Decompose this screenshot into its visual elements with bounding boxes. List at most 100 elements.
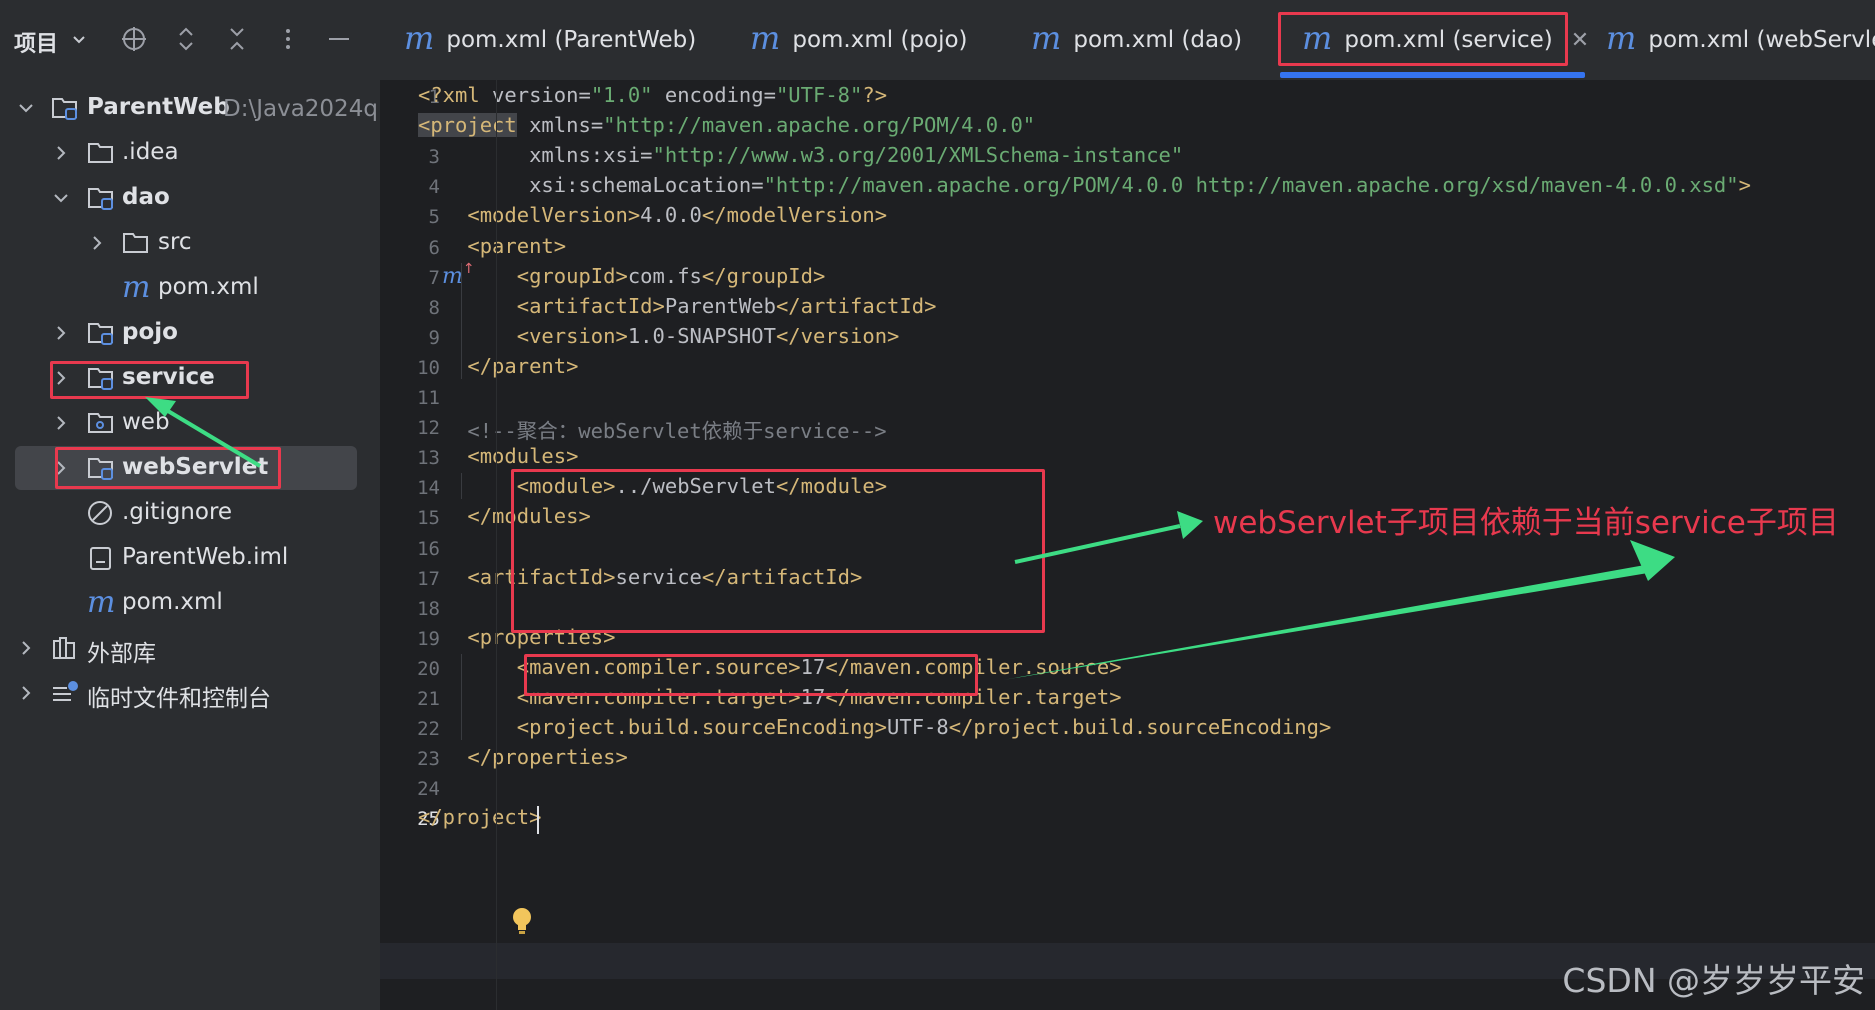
library-icon [51, 635, 79, 661]
annotation-note: webServlet子项目依赖于当前service子项目 [1213, 505, 1839, 541]
code-line: </parent> [467, 353, 579, 378]
highlight-box-artifactid [524, 654, 978, 696]
iml-file-icon [87, 545, 115, 571]
chevron-right-icon[interactable] [16, 638, 36, 658]
lightbulb-icon[interactable] [511, 906, 533, 940]
tab-pom-webservlet[interactable]: m pom.xml (webServlet) [1606, 0, 1875, 80]
code-line: xmlns:xsi="http://www.w3.org/2001/XMLSch… [418, 143, 1184, 168]
chevron-right-icon[interactable] [51, 143, 71, 163]
indent-guide [461, 653, 462, 741]
code-line: </properties> [467, 745, 628, 770]
tree-item-label: 外部库 [87, 641, 156, 667]
tree-item-external-libraries[interactable]: 外部库 [0, 626, 370, 670]
code-line: <project xmlns="http://maven.apache.org/… [418, 113, 1036, 138]
tree-item-src[interactable]: src [0, 221, 370, 265]
scratches-icon [51, 680, 79, 706]
highlight-box-webservlet [55, 447, 281, 489]
maven-file-icon: m [122, 270, 151, 305]
editor-tab-bar: m pom.xml (ParentWeb) m pom.xml (pojo) m… [380, 0, 1875, 81]
module-folder-icon [87, 320, 115, 346]
tree-item-label: dao [122, 184, 170, 210]
code-line: <parent> [467, 233, 567, 258]
maven-file-icon: m [1031, 19, 1062, 57]
code-line: <modules> [467, 444, 579, 469]
tree-item-scratches[interactable]: 临时文件和控制台 [0, 671, 370, 715]
code-line: xsi:schemaLocation="http://maven.apache.… [418, 173, 1751, 198]
project-path: D:\Java2024qiji [223, 96, 398, 122]
watermark: CSDN @岁岁岁平安 [1562, 961, 1865, 1000]
tree-item-idea[interactable]: .idea [0, 131, 370, 175]
tab-label: pom.xml (webServlet) [1648, 27, 1875, 53]
hide-panel-icon[interactable] [324, 22, 354, 56]
code-line: </project> [418, 805, 542, 830]
tab-pom-dao[interactable]: m pom.xml (dao) [1031, 0, 1242, 80]
folder-icon [87, 140, 115, 166]
indent-guide [461, 262, 462, 379]
chevron-down-icon[interactable] [16, 98, 36, 118]
tree-item-iml[interactable]: ParentWeb.iml [0, 536, 370, 580]
tree-item-label: ParentWeb [87, 94, 230, 120]
line-number: 11 [417, 387, 440, 409]
tree-item-gitignore[interactable]: .gitignore [0, 491, 370, 535]
code-line: <groupId>com.fs</groupId> [516, 263, 826, 288]
maven-file-icon: m [1606, 19, 1637, 57]
tree-item-label: web [122, 409, 170, 435]
locate-icon[interactable] [119, 22, 149, 56]
highlight-box-modules [511, 469, 1045, 633]
tree-item-label: .idea [122, 139, 179, 165]
folder-icon [122, 230, 150, 256]
tab-pom-parentweb[interactable]: m pom.xml (ParentWeb) [404, 0, 696, 80]
line-number: 18 [417, 597, 440, 620]
tree-item-pojo[interactable]: pojo [0, 311, 370, 355]
tree-item-label: 临时文件和控制台 [87, 686, 271, 712]
chevron-down-icon[interactable] [64, 22, 94, 56]
chevron-right-icon[interactable] [51, 323, 71, 343]
tree-item-root-pom[interactable]: m pom.xml [0, 581, 370, 625]
chevron-right-icon[interactable] [16, 683, 36, 703]
code-line: <?xml version="1.0" encoding="UTF-8"?> [418, 83, 888, 107]
chevron-down-icon[interactable] [51, 188, 71, 208]
text-caret [537, 806, 539, 835]
tree-item-label: pom.xml [158, 274, 259, 300]
tab-label: pom.xml (ParentWeb) [446, 27, 697, 53]
tree-item-label: .gitignore [122, 499, 233, 525]
active-tab-indicator [1280, 72, 1585, 78]
ignore-file-icon [87, 500, 115, 526]
tab-label: pom.xml (dao) [1073, 27, 1243, 53]
highlight-box-service-tab [1278, 12, 1568, 66]
line-number: 24 [417, 778, 440, 801]
code-line: <project.build.sourceEncoding>UTF-8</pro… [516, 715, 1332, 740]
web-folder-icon [87, 410, 115, 436]
tree-item-label: pojo [122, 319, 178, 345]
code-line: <!--聚合：webServlet依赖于service--> [418, 419, 887, 444]
gutter-separator [496, 80, 497, 1010]
chevron-right-icon[interactable] [51, 413, 71, 433]
tab-pom-pojo[interactable]: m pom.xml (pojo) [750, 0, 968, 80]
tree-item-label: pom.xml [122, 589, 223, 615]
code-line: <modelVersion>4.0.0</modelVersion> [467, 203, 888, 228]
line-number: 16 [417, 537, 440, 560]
indent-guide [461, 473, 462, 500]
module-folder-icon [87, 185, 115, 211]
panel-title[interactable]: 项目 [14, 26, 58, 58]
maven-file-icon: m [750, 19, 781, 57]
code-line: <version>1.0-SNAPSHOT</version> [516, 323, 900, 348]
close-tab-icon[interactable]: ✕ [1571, 28, 1589, 53]
tree-item-dao[interactable]: dao [0, 176, 370, 220]
project-panel: 项目 ParentWeb D:\Java2024qiji .idea dao s… [0, 0, 397, 1010]
maven-file-icon: m [87, 585, 116, 620]
panel-header: 项目 [0, 0, 380, 80]
tree-item-label: src [158, 229, 192, 255]
chevron-right-icon[interactable] [87, 233, 107, 253]
tree-item-web[interactable]: web [0, 401, 370, 445]
tree-item-label: ParentWeb.iml [122, 544, 289, 570]
tree-item-dao-pom[interactable]: m pom.xml [0, 266, 370, 310]
module-folder-icon [51, 95, 79, 121]
more-options-icon[interactable] [273, 22, 303, 56]
tab-label: pom.xml (pojo) [792, 27, 968, 53]
collapse-all-icon[interactable] [222, 22, 252, 56]
highlight-box-service [50, 361, 249, 399]
tree-item-parentweb[interactable]: ParentWeb D:\Java2024qiji [0, 86, 397, 130]
expand-all-icon[interactable] [171, 22, 201, 56]
maven-file-icon: m [404, 19, 435, 57]
